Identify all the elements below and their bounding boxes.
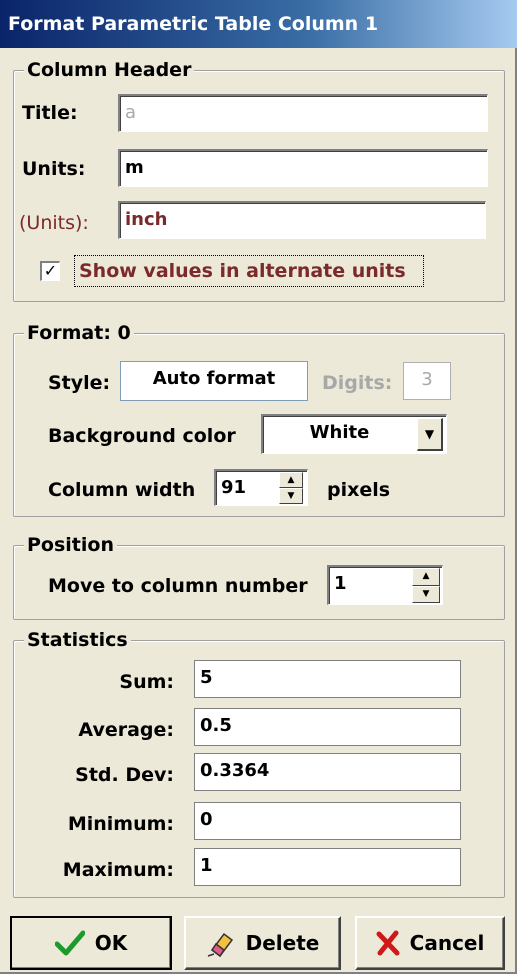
title-field[interactable]: a xyxy=(118,94,488,132)
stat-maximum-field: 1 xyxy=(194,848,461,886)
show-alt-units-label: Show values in alternate units xyxy=(79,260,406,282)
red-x-icon xyxy=(376,930,400,956)
stat-label: Std. Dev: xyxy=(75,764,174,786)
title-label: Title: xyxy=(22,102,78,124)
spin-down-icon[interactable]: ▼ xyxy=(412,585,440,603)
column-width-label: Column width xyxy=(48,479,196,501)
stat-label: Sum: xyxy=(119,671,174,693)
spin-down-icon[interactable]: ▼ xyxy=(279,488,303,504)
spin-up-icon[interactable]: ▲ xyxy=(279,472,303,488)
stat-std-dev-field: 0.3364 xyxy=(194,753,461,791)
style-value: Auto format xyxy=(152,368,276,389)
ok-button-label: OK xyxy=(94,931,128,955)
background-color-label: Background color xyxy=(48,425,236,447)
units-label: Units: xyxy=(22,158,86,180)
column-width-spinner[interactable]: ▲ ▼ xyxy=(279,472,303,504)
digits-field[interactable]: 3 xyxy=(403,362,451,400)
title-bar[interactable]: Format Parametric Table Column 1 xyxy=(0,0,517,48)
checkmark-icon xyxy=(54,930,85,956)
move-to-column-label: Move to column number xyxy=(48,575,308,597)
show-alt-units-checkbox[interactable]: ✓ xyxy=(40,261,60,281)
background-color-value: White xyxy=(309,422,370,443)
statistics-legend: Statistics xyxy=(24,629,131,651)
format-legend: Format: 0 xyxy=(24,322,134,344)
ok-button[interactable]: OK xyxy=(10,916,172,970)
checkmark-icon: ✓ xyxy=(43,261,58,280)
format-column-dialog: Format Parametric Table Column 1 Column … xyxy=(0,0,517,974)
stat-average-field: 0.5 xyxy=(194,708,461,746)
units-field[interactable]: m xyxy=(118,149,488,187)
pixels-label: pixels xyxy=(327,479,391,501)
move-to-column-spinner[interactable]: ▲ ▼ xyxy=(412,568,440,603)
stat-label: Minimum: xyxy=(67,813,174,835)
stat-label: Average: xyxy=(78,719,174,741)
alt-units-field[interactable]: inch xyxy=(118,201,486,239)
cancel-button-label: Cancel xyxy=(409,931,485,955)
eraser-icon xyxy=(207,932,233,958)
delete-button[interactable]: Delete xyxy=(184,916,341,970)
digits-label: Digits: xyxy=(322,372,393,394)
stat-minimum-field: 0 xyxy=(194,802,461,840)
style-label: Style: xyxy=(48,372,111,394)
digits-value: 3 xyxy=(421,369,433,390)
stat-label: Maximum: xyxy=(62,859,174,881)
delete-button-label: Delete xyxy=(245,931,320,955)
show-alt-units-focus[interactable]: Show values in alternate units xyxy=(74,255,424,287)
background-color-dropdown-button[interactable]: ▼ xyxy=(417,418,443,451)
style-field[interactable]: Auto format xyxy=(120,361,308,401)
alt-units-label: (Units): xyxy=(19,212,89,234)
stat-sum-field: 5 xyxy=(194,660,461,698)
chevron-down-icon: ▼ xyxy=(424,427,435,441)
spin-up-icon[interactable]: ▲ xyxy=(412,568,440,586)
position-legend: Position xyxy=(24,534,117,556)
column-header-legend: Column Header xyxy=(24,59,195,81)
cancel-button[interactable]: Cancel xyxy=(355,916,505,970)
